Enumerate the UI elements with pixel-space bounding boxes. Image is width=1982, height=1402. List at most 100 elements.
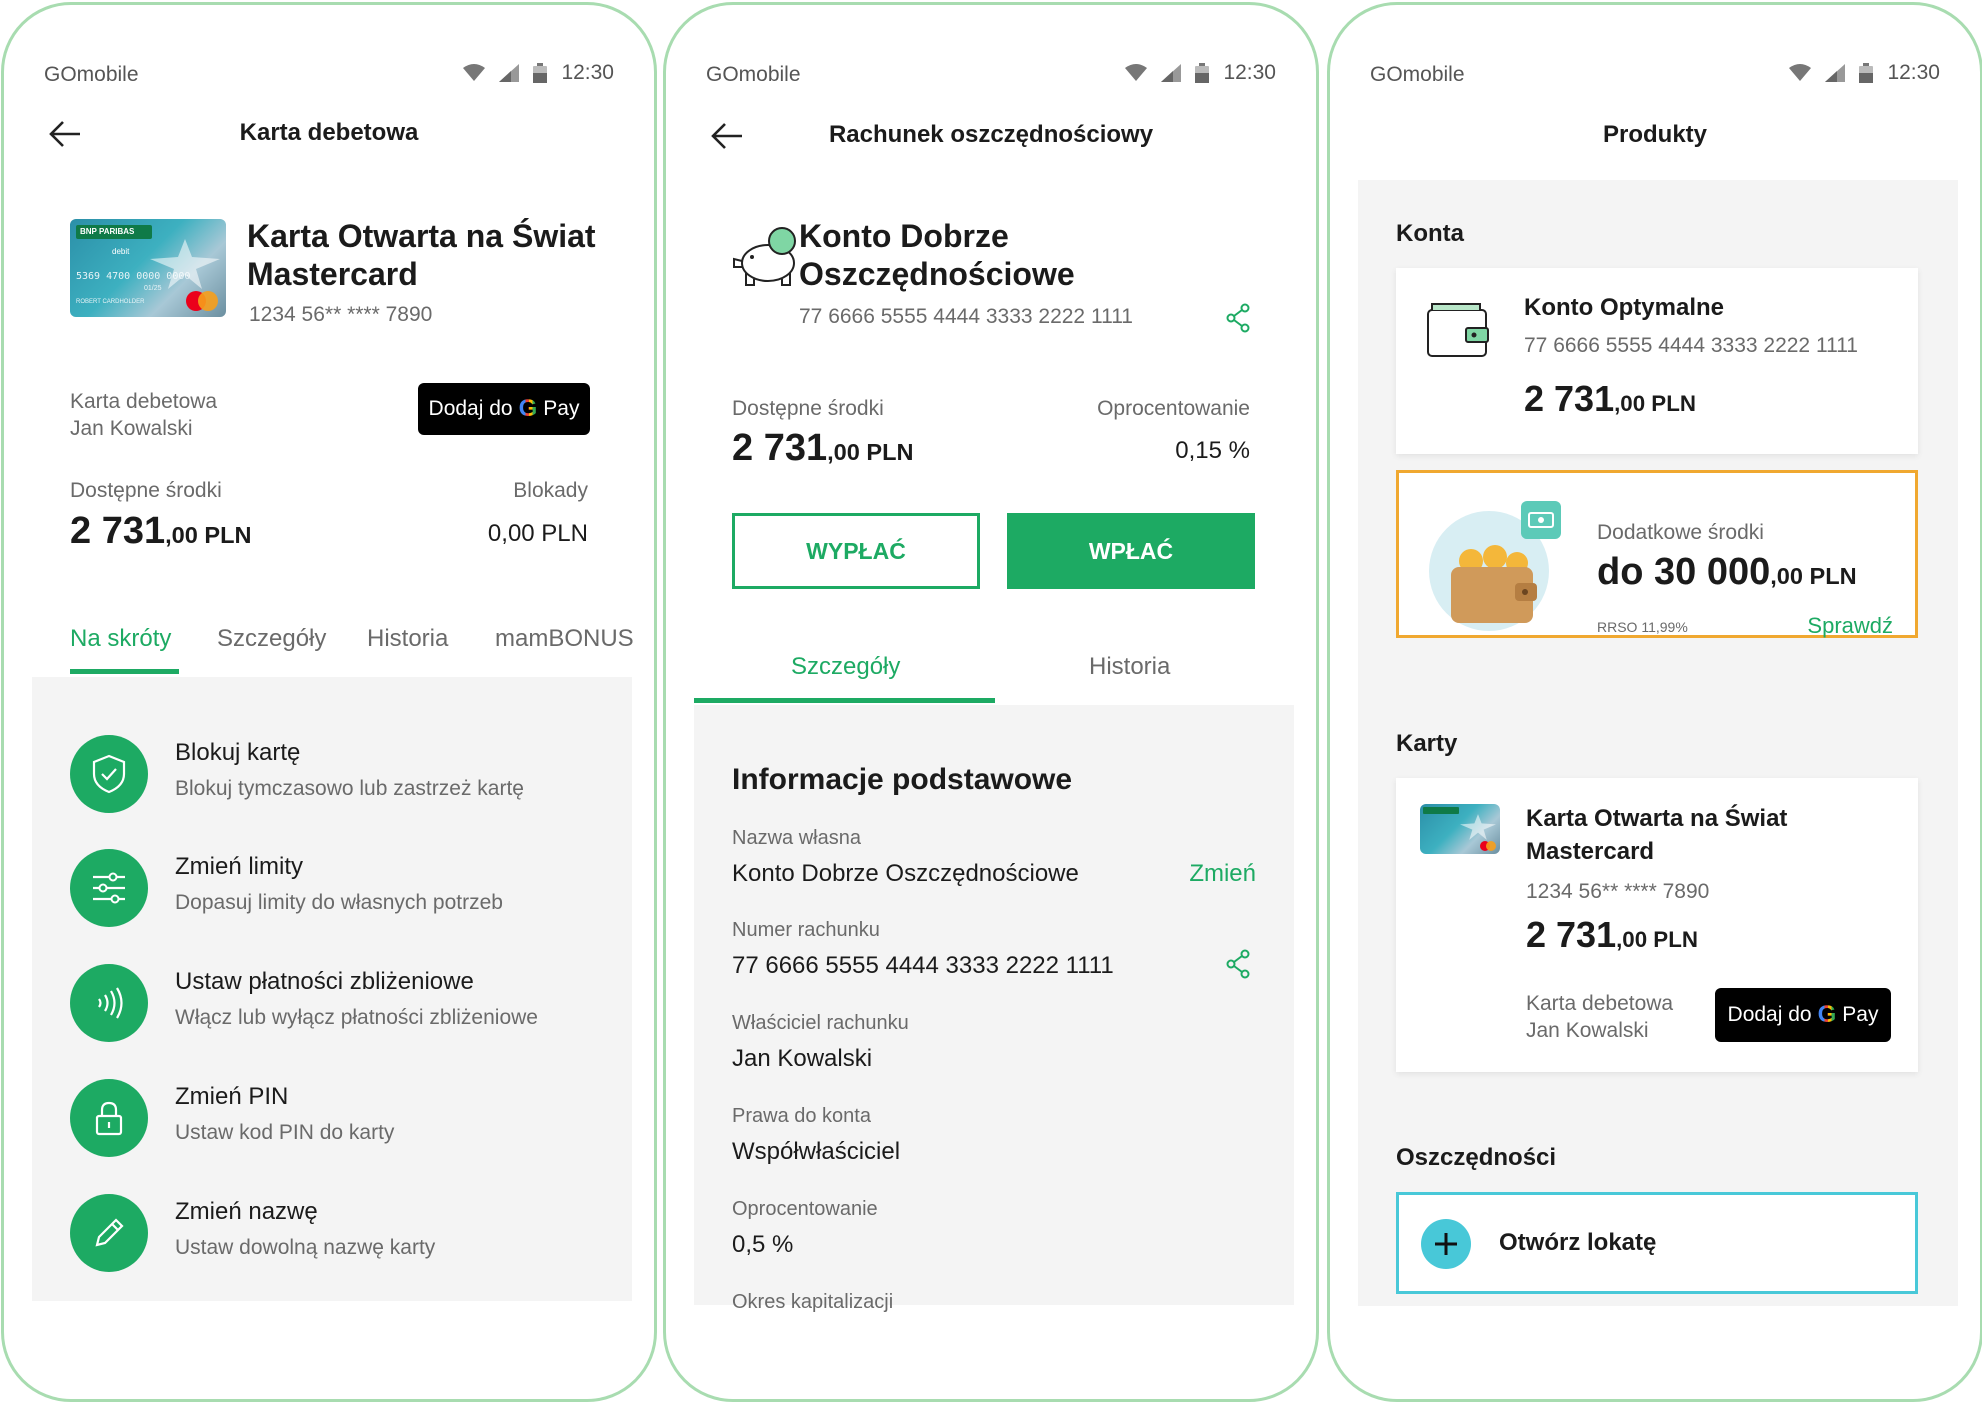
app-name: GOmobile — [1370, 63, 1465, 86]
battery-icon — [533, 63, 548, 83]
credit-offer-card[interactable]: Dodatkowe środki do 30 000,00 PLN RRSO 1… — [1396, 470, 1918, 638]
status-bar: GOmobile 12:30 — [706, 61, 1276, 93]
card-image[interactable]: BNP PARIBAS debit 5369 4700 0000 0000 01… — [70, 219, 226, 317]
card-image — [1420, 804, 1500, 854]
share-icon[interactable] — [1225, 949, 1251, 979]
card-name: Karta Otwarta na Świat Mastercard — [1526, 805, 1788, 865]
add-to-gpay-button[interactable]: Dodaj do G Pay — [1715, 988, 1891, 1042]
accounts-header: Konta — [1396, 220, 1464, 247]
clock: 12:30 — [561, 61, 614, 84]
active-tab-indicator — [70, 669, 179, 674]
account-number: 77 6666 5555 4444 3333 2222 1111 — [799, 305, 1133, 328]
plus-icon — [1421, 1219, 1471, 1269]
card-type: Karta debetowa — [70, 390, 218, 413]
available-label: Dostępne środki — [732, 397, 884, 420]
wallet-icon — [1427, 303, 1489, 357]
google-g-icon: G — [1817, 1001, 1837, 1028]
products-list: Konta Konto Optymalne 77 6666 5555 4444 … — [1358, 180, 1958, 1306]
available-label: Dostępne środki — [70, 479, 222, 502]
active-tab-indicator — [694, 698, 995, 703]
card-number: 1234 56** **** 7890 — [249, 303, 433, 326]
battery-icon — [1859, 63, 1874, 83]
tab-details[interactable]: Szczegóły — [791, 653, 900, 681]
section-title: Informacje podstawowe — [732, 763, 1073, 796]
phone-screen-products: GOmobile 12:30 Produkty Konta Konto Opty… — [1327, 2, 1982, 1402]
blocks-value: 0,00 PLN — [487, 520, 588, 547]
field-value: Współwłaściciel — [732, 1138, 901, 1165]
field-value: Jan Kowalski — [732, 1045, 873, 1072]
status-bar: GOmobile 12:30 — [44, 61, 614, 93]
available-amount: 2 731,00 PLN — [70, 510, 252, 552]
open-deposit-label: Otwórz lokatę — [1499, 1229, 1657, 1256]
deposit-button[interactable]: WPŁAĆ — [1007, 513, 1255, 589]
account-balance: 2 731,00 PLN — [1524, 378, 1696, 419]
lock-icon — [70, 1079, 148, 1157]
tab-mambonus[interactable]: mamBONUS — [495, 625, 634, 653]
add-to-gpay-button[interactable]: Dodaj do G Pay — [418, 383, 590, 435]
card-star-graphic — [150, 239, 220, 289]
wifi-icon — [1789, 64, 1812, 81]
phone-screen-card: GOmobile 12:30 Karta debetowa BNP PARIBA… — [1, 2, 657, 1402]
mastercard-logo — [186, 291, 218, 311]
tab-details[interactable]: Szczegóły — [217, 625, 326, 653]
status-bar: GOmobile 12:30 — [1370, 61, 1940, 93]
cards-header: Karty — [1396, 730, 1458, 757]
shield-icon — [70, 735, 148, 813]
rename-link[interactable]: Zmień — [1189, 860, 1256, 888]
available-amount: 2 731,00 PLN — [732, 427, 914, 469]
wallet-coins-illustration — [1429, 501, 1561, 631]
card-name: Karta Otwarta na Świat Mastercard — [247, 218, 596, 292]
signal-icon — [1825, 64, 1846, 82]
tab-history[interactable]: Historia — [367, 625, 448, 653]
card-type: Karta debetowa — [1526, 992, 1674, 1015]
field-label: Nazwa własna — [732, 827, 861, 849]
clock: 12:30 — [1223, 61, 1276, 84]
field-value: 77 6666 5555 4444 3333 2222 1111 — [732, 952, 1114, 979]
withdraw-button[interactable]: WYPŁAĆ — [732, 513, 980, 589]
account-name: Konto Dobrze Oszczędnościowe — [799, 218, 1075, 292]
field-label: Numer rachunku — [732, 919, 880, 941]
signal-icon — [499, 64, 520, 82]
open-deposit-button[interactable]: Otwórz lokatę — [1396, 1192, 1918, 1294]
interest-label: Oprocentowanie — [1097, 397, 1250, 420]
shortcuts-list: Blokuj kartę Blokuj tymczasowo lub zastr… — [32, 677, 632, 1301]
field-value: 0,5 % — [732, 1231, 794, 1258]
wifi-icon — [463, 64, 486, 81]
share-icon[interactable] — [1225, 303, 1251, 333]
check-offer-link[interactable]: Sprawdź — [1807, 613, 1893, 639]
field-value: Konto Dobrze Oszczędnościowe — [732, 860, 1079, 887]
wifi-icon — [1125, 64, 1148, 81]
google-g-icon: G — [518, 395, 538, 422]
card-brand-logo: BNP PARIBAS — [76, 225, 152, 239]
app-name: GOmobile — [44, 63, 139, 86]
field-label: Okres kapitalizacji — [732, 1291, 894, 1313]
details-panel: Informacje podstawowe Nazwa własna Konto… — [694, 705, 1294, 1313]
clock: 12:30 — [1887, 61, 1940, 84]
offer-label: Dodatkowe środki — [1597, 521, 1764, 544]
contactless-icon — [70, 964, 148, 1042]
page-title: Produkty — [1602, 121, 1707, 148]
field-label: Właściciel rachunku — [732, 1012, 909, 1034]
interest-value: 0,15 % — [1175, 437, 1250, 464]
card-owner: Jan Kowalski — [70, 417, 193, 440]
offer-rrso: RRSO 11,99% — [1597, 619, 1688, 635]
tab-shortcuts[interactable]: Na skróty — [70, 625, 171, 653]
card-balance: 2 731,00 PLN — [1526, 914, 1698, 955]
battery-icon — [1195, 63, 1210, 83]
card-owner: Jan Kowalski — [1526, 1019, 1649, 1042]
account-name: Konto Optymalne — [1524, 294, 1725, 321]
signal-icon — [1161, 64, 1182, 82]
sliders-icon — [70, 849, 148, 927]
tab-history[interactable]: Historia — [1089, 653, 1170, 681]
pencil-icon — [70, 1194, 148, 1272]
page-title: Karta debetowa — [239, 119, 419, 146]
account-number: 77 6666 5555 4444 3333 2222 1111 — [1524, 334, 1858, 357]
card-number: 1234 56** **** 7890 — [1526, 880, 1710, 903]
blocks-label: Blokady — [513, 479, 588, 502]
account-card[interactable]: Konto Optymalne 77 6666 5555 4444 3333 2… — [1396, 268, 1918, 454]
field-label: Prawa do konta — [732, 1105, 871, 1127]
card-product[interactable]: Karta Otwarta na Świat Mastercard 1234 5… — [1396, 778, 1918, 1072]
field-label: Oprocentowanie — [732, 1198, 878, 1220]
offer-amount: do 30 000,00 PLN — [1597, 551, 1857, 593]
phone-screen-savings: GOmobile 12:30 Rachunek oszczędnościowy … — [663, 2, 1319, 1402]
